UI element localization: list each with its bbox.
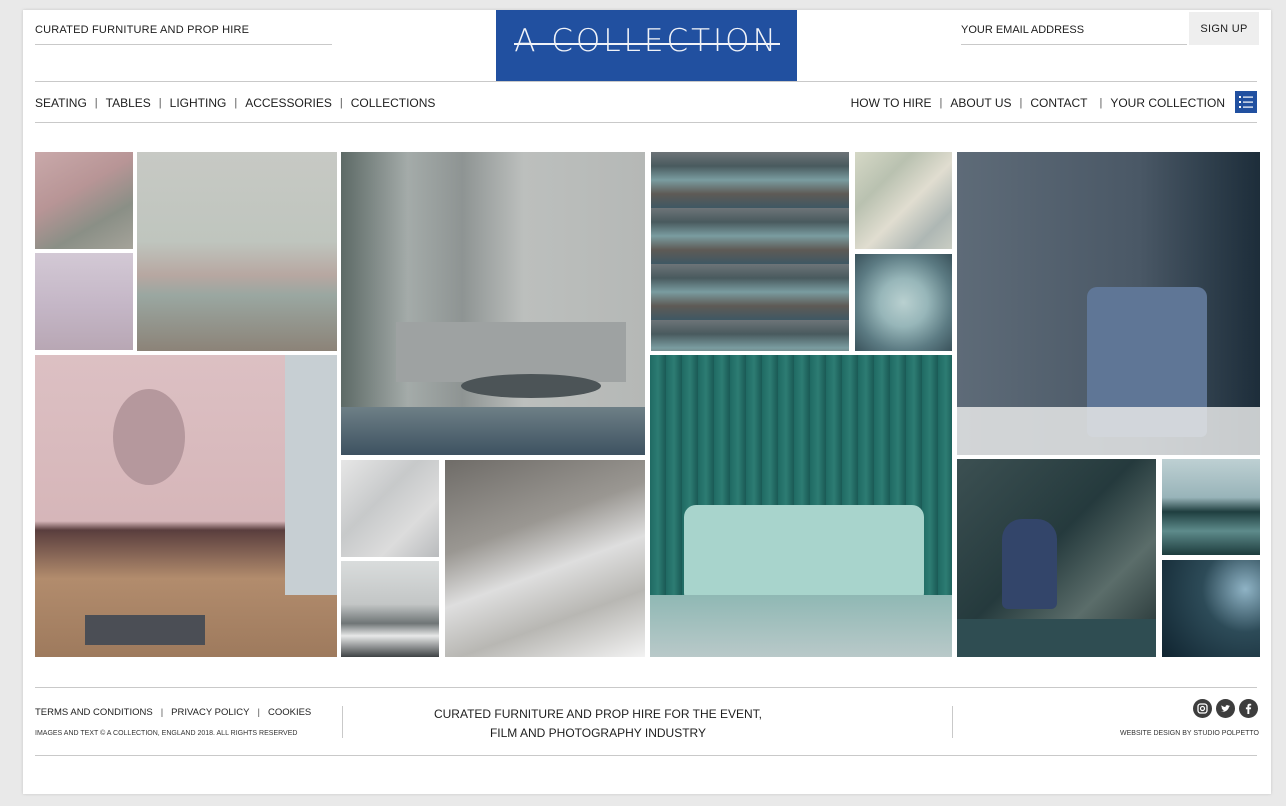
- nav-divider: [35, 122, 1257, 123]
- nav-separator: |: [939, 97, 943, 109]
- image-teal-sofa[interactable]: [650, 355, 952, 657]
- nav-lighting[interactable]: LIGHTING: [170, 96, 227, 110]
- image-marble-tiles[interactable]: [341, 460, 439, 557]
- nav-accessories[interactable]: ACCESSORIES: [245, 96, 332, 110]
- menu-button[interactable]: [1235, 91, 1257, 113]
- email-input[interactable]: [961, 24, 1187, 36]
- nav-how-to-hire[interactable]: HOW TO HIRE: [851, 96, 932, 110]
- image-geometric-wallpaper[interactable]: [855, 152, 952, 249]
- image-blue-armchair[interactable]: [957, 459, 1156, 657]
- image-ocean-waves[interactable]: [341, 561, 439, 657]
- nav-separator: |: [94, 97, 98, 109]
- twitter-icon[interactable]: [1216, 699, 1235, 718]
- footer-tagline-line2: FILM AND PHOTOGRAPHY INDUSTRY: [489, 726, 707, 740]
- sign-up-button[interactable]: SIGN UP: [1189, 12, 1259, 45]
- image-dark-interior[interactable]: [1162, 560, 1260, 657]
- list-icon: [1239, 96, 1253, 108]
- tagline: CURATED FURNITURE AND PROP HIRE: [35, 24, 250, 36]
- logo-strike-line: [514, 43, 780, 45]
- nav-tables[interactable]: TABLES: [106, 96, 151, 110]
- nav-separator: |: [1099, 97, 1103, 109]
- instagram-icon[interactable]: [1193, 699, 1212, 718]
- footer-separator: |: [257, 707, 260, 718]
- image-mountain-beach[interactable]: [445, 460, 645, 657]
- image-misty-mosque[interactable]: [35, 253, 133, 350]
- header-divider: [35, 81, 1257, 82]
- image-grey-living-room[interactable]: [341, 152, 645, 455]
- footer-divider-left: [342, 706, 343, 738]
- footer-tagline: CURATED FURNITURE AND PROP HIRE FOR THE …: [423, 705, 773, 743]
- footer-tagline-line1: CURATED FURNITURE AND PROP HIRE FOR THE …: [433, 707, 763, 721]
- nav-seating[interactable]: SEATING: [35, 96, 87, 110]
- image-pink-linen[interactable]: [35, 152, 133, 249]
- footer-divider-bottom: [35, 755, 1257, 756]
- nav-separator: |: [158, 97, 162, 109]
- image-dining-table[interactable]: [957, 152, 1260, 455]
- secondary-nav: HOW TO HIRE | ABOUT US | CONTACT | YOUR …: [851, 96, 1225, 110]
- footer-separator: |: [160, 707, 164, 718]
- logo[interactable]: A COLLECTION: [496, 10, 797, 81]
- copyright: IMAGES AND TEXT © A COLLECTION, ENGLAND …: [35, 730, 298, 737]
- nav-separator: |: [234, 97, 238, 109]
- design-credit[interactable]: WEBSITE DESIGN BY STUDIO POLPETTO: [1120, 730, 1259, 737]
- tagline-underline: [35, 44, 332, 45]
- image-lake-reflection[interactable]: [1162, 459, 1260, 555]
- page: CURATED FURNITURE AND PROP HIRE A COLLEC…: [23, 10, 1271, 794]
- footer-divider-top: [35, 687, 1257, 688]
- image-ceramic-bowls[interactable]: [855, 254, 952, 351]
- primary-nav: SEATING | TABLES | LIGHTING | ACCESSORIE…: [35, 96, 435, 110]
- footer-links: TERMS AND CONDITIONS | PRIVACY POLICY | …: [35, 707, 311, 718]
- nav-about-us[interactable]: ABOUT US: [950, 96, 1011, 110]
- image-pink-room[interactable]: [35, 355, 337, 657]
- facebook-icon[interactable]: [1239, 699, 1258, 718]
- cookies-link[interactable]: COOKIES: [268, 707, 311, 718]
- nav-separator: |: [339, 97, 343, 109]
- nav-your-collection[interactable]: YOUR COLLECTION: [1110, 96, 1225, 110]
- image-concrete-bedroom[interactable]: [137, 152, 337, 351]
- logo-text: A COLLECTION: [514, 23, 779, 59]
- nav-collections[interactable]: COLLECTIONS: [351, 96, 436, 110]
- nav-contact[interactable]: CONTACT: [1030, 96, 1087, 110]
- image-fabric-stack[interactable]: [651, 152, 849, 351]
- nav-separator: |: [1019, 97, 1023, 109]
- privacy-link[interactable]: PRIVACY POLICY: [171, 707, 249, 718]
- email-underline: [961, 44, 1187, 45]
- terms-link[interactable]: TERMS AND CONDITIONS: [35, 707, 153, 718]
- footer-divider-right: [952, 706, 953, 738]
